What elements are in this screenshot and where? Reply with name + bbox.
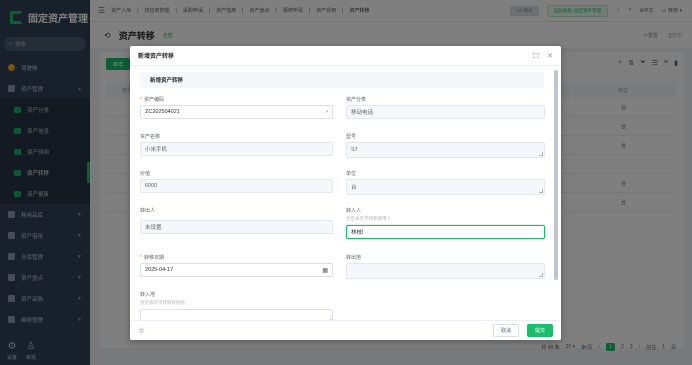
model-textarea: S7 <box>346 142 545 158</box>
transfer-out-location-field: 转出地 <box>346 254 545 291</box>
resize-handle-icon <box>539 152 543 156</box>
dialog-title: 新增资产转移 <box>138 54 175 60</box>
dialog-buttons: 取消 提交 <box>492 324 553 337</box>
required-mark: * <box>140 97 142 103</box>
transfer-in-location-field: 转入地 为空表示不转移存放地 <box>140 291 333 320</box>
star-icon[interactable]: ☆ <box>138 326 145 335</box>
resize-handle-icon <box>539 273 543 277</box>
unit-value: 台 <box>351 185 357 191</box>
maximize-icon[interactable]: ☐ <box>533 52 539 60</box>
chevron-right-icon: › <box>326 109 328 115</box>
price-field: 价值 6000 <box>140 170 333 207</box>
section-title: 新增资产转移 <box>140 72 544 88</box>
transfer-date-label-text: 转移日期 <box>143 255 164 261</box>
transfer-dialog: 新增资产转移 ☐ ✕ 新增资产转移 * 资产编码 ZC202504021 › 资产分… <box>130 46 561 340</box>
required-mark: * <box>140 255 142 261</box>
transfer-date-value: 2025-04-17 <box>145 267 174 273</box>
transfer-in-person-value: 林枝 <box>351 230 363 236</box>
transfer-in-location-textarea[interactable] <box>140 309 333 320</box>
calendar-icon: ▦ <box>322 267 328 274</box>
transfer-date-label: * 转移日期 <box>140 254 333 263</box>
cancel-button[interactable]: 取消 <box>492 324 519 337</box>
asset-name-input: 小米手机 <box>140 142 333 156</box>
price-label: 价值 <box>140 171 151 177</box>
asset-category-field: 资产分类 移动电话 <box>346 96 545 133</box>
submit-button[interactable]: 提交 <box>526 324 553 337</box>
asset-code-label-text: 资产编码 <box>143 97 164 103</box>
asset-code-field: * 资产编码 ZC202504021 › <box>140 96 333 133</box>
transfer-in-person-input[interactable]: 林枝 | <box>346 225 545 239</box>
transfer-date-field: * 转移日期 2025-04-17 ▦ <box>140 254 333 291</box>
asset-category-input: 移动电话 <box>346 105 545 119</box>
asset-category-label: 资产分类 <box>346 97 367 103</box>
scrollbar-thumb[interactable] <box>554 70 558 280</box>
dialog-body: 新增资产转移 * 资产编码 ZC202504021 › 资产分类 移动电话 资产名称… <box>130 66 554 320</box>
transfer-in-person-hint: 为空表示不转移使用人 <box>346 216 391 221</box>
unit-field: 单位 台 <box>346 170 545 207</box>
asset-code-value: ZC202504021 <box>145 109 180 115</box>
dialog-footer: ☆ 取消 提交 <box>130 320 561 340</box>
transfer-out-location-textarea <box>346 263 545 279</box>
transfer-date-picker[interactable]: 2025-04-17 ▦ <box>140 263 333 277</box>
asset-code-label: * 资产编码 <box>140 96 333 105</box>
model-field: 型号 S7 <box>346 133 545 170</box>
transfer-out-person-field: 转出人 未设置 <box>140 207 333 254</box>
transfer-form: * 资产编码 ZC202504021 › 资产分类 移动电话 资产名称 小米手机 型… <box>140 96 545 320</box>
dialog-scrollbar[interactable] <box>554 68 558 330</box>
model-label: 型号 <box>346 134 357 140</box>
close-icon[interactable]: ✕ <box>547 52 553 60</box>
dialog-actions: ☐ ✕ <box>533 52 561 60</box>
asset-name-label: 资产名称 <box>140 134 161 140</box>
transfer-out-location-label: 转出地 <box>346 255 362 261</box>
transfer-in-person-field: 转入人 为空表示不转移使用人 林枝 | <box>346 207 545 254</box>
transfer-in-location-hint: 为空表示不转移存放地 <box>140 300 185 305</box>
unit-textarea: 台 <box>346 179 545 195</box>
resize-handle-icon <box>539 189 543 193</box>
app-root: 固定资产管理 ⌕ 搜索 驾驶舱 资产管理▲ 资产分类 资产信息 资产领用 资产转… <box>0 0 692 365</box>
asset-code-select[interactable]: ZC202504021 › <box>140 105 333 119</box>
transfer-out-person-input: 未设置 <box>140 220 333 234</box>
unit-label: 单位 <box>346 171 357 177</box>
model-value: S7 <box>351 147 358 153</box>
dialog-header: 新增资产转移 ☐ ✕ <box>130 46 561 66</box>
asset-name-field: 资产名称 小米手机 <box>140 133 333 170</box>
price-input: 6000 <box>140 179 333 193</box>
transfer-out-person-label: 转出人 <box>140 208 156 214</box>
text-cursor: | <box>362 229 364 235</box>
